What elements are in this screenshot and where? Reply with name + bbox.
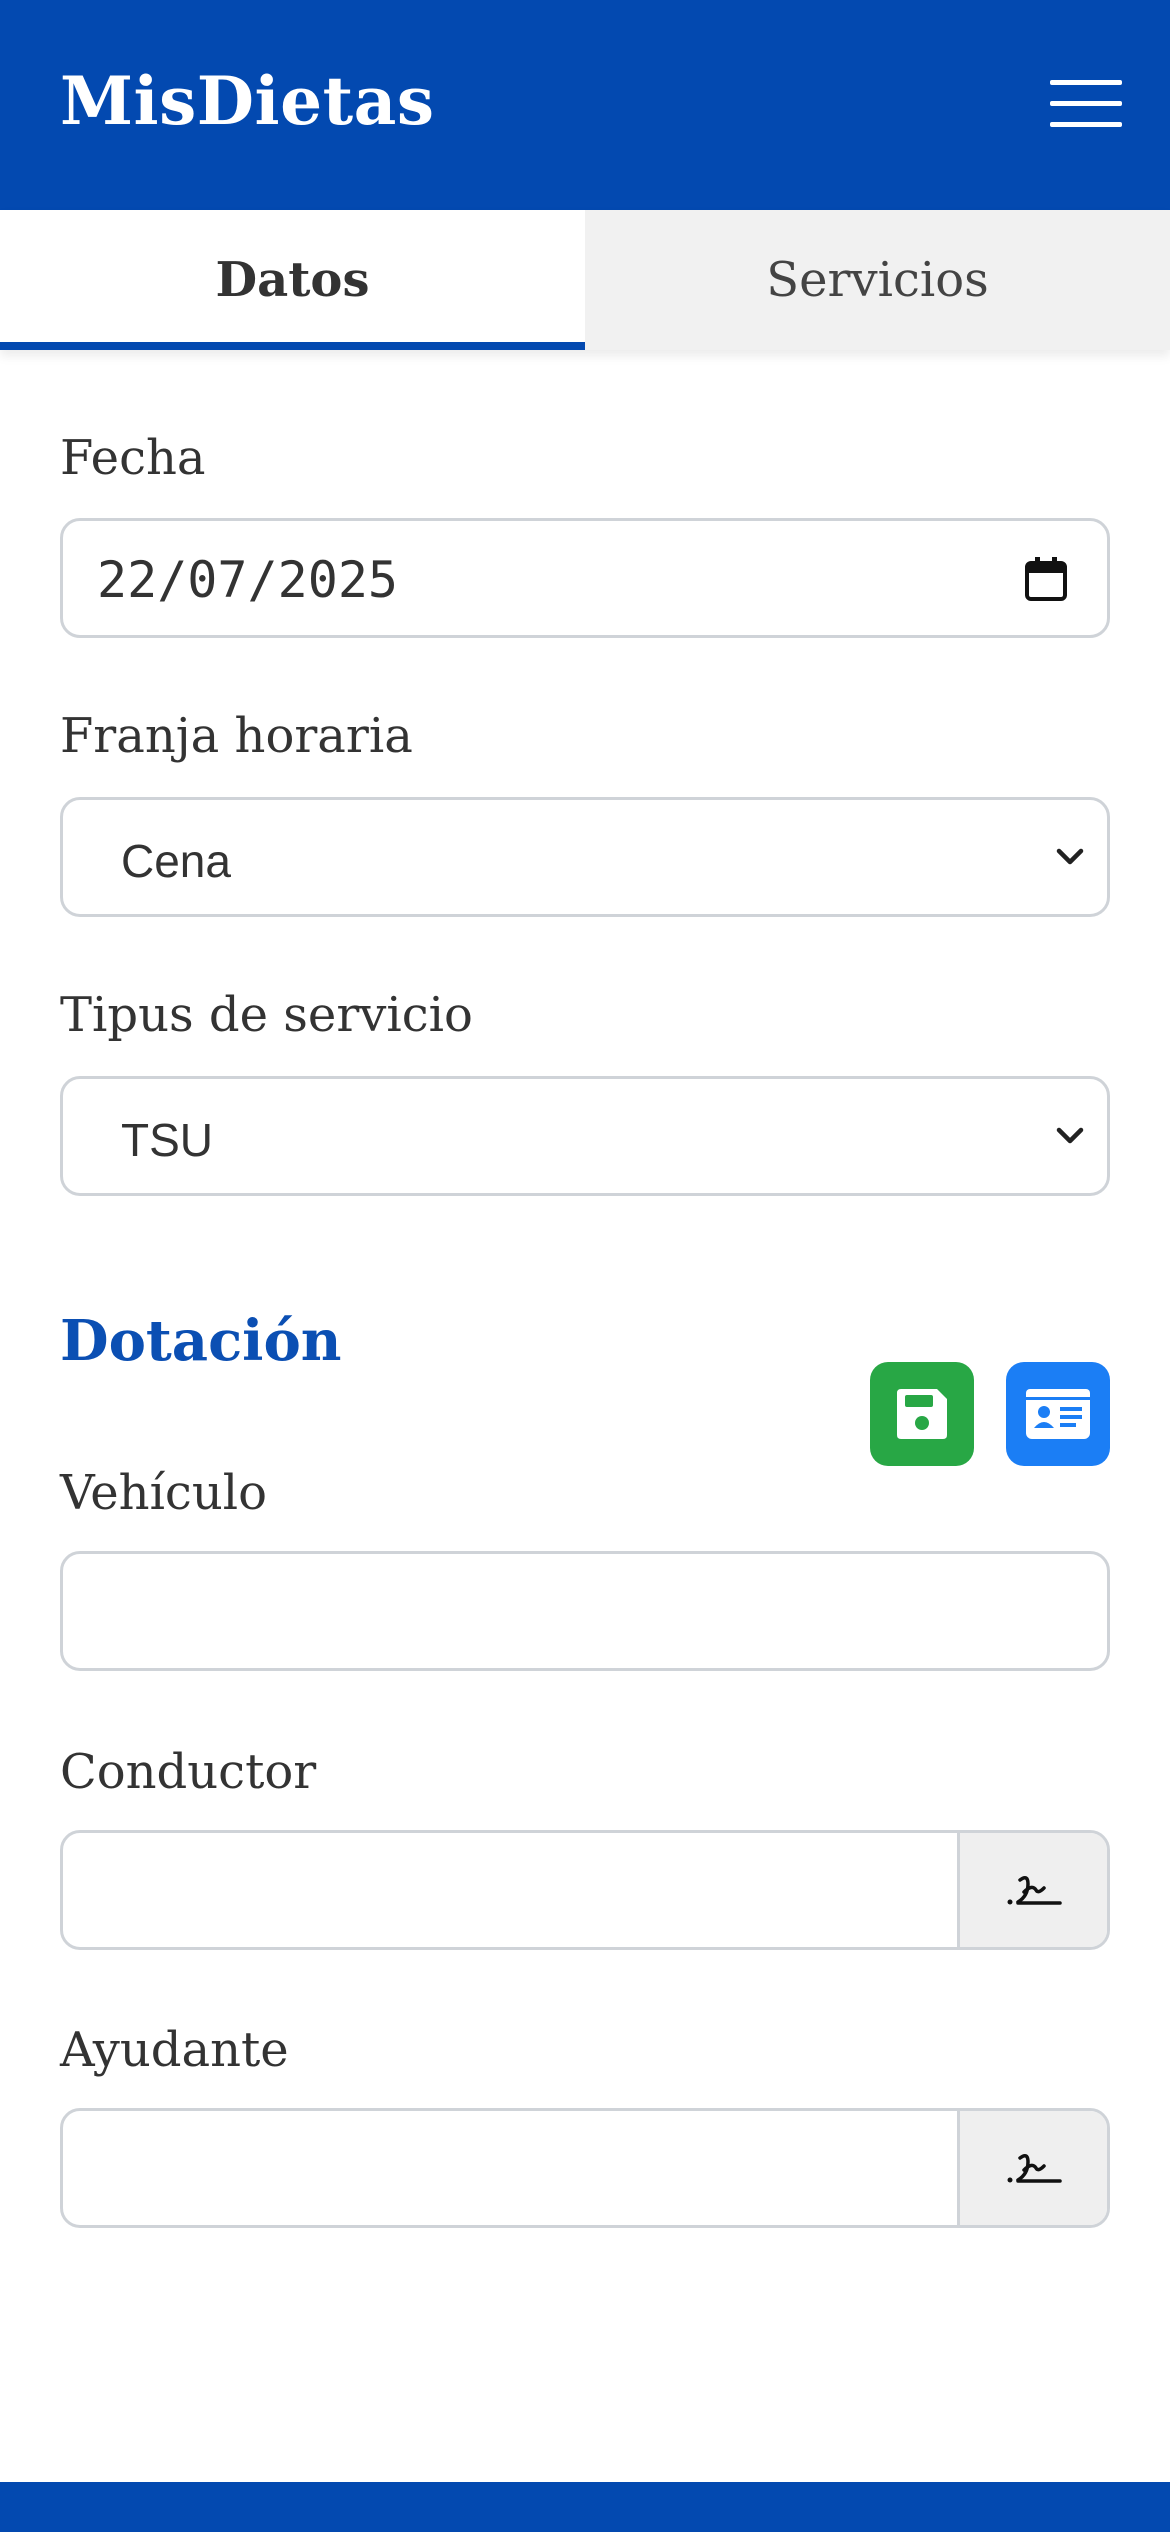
fecha-value: 22/07/2025 bbox=[97, 551, 399, 609]
signature-icon bbox=[1007, 1876, 1062, 1905]
conductor-signature-button[interactable] bbox=[957, 1833, 1107, 1947]
franja-value: Cena bbox=[121, 835, 231, 887]
ayudante-input[interactable] bbox=[60, 2108, 1110, 2228]
tab-datos[interactable]: Datos bbox=[0, 210, 585, 350]
franja-select[interactable]: Cena bbox=[60, 797, 1110, 917]
ayudante-signature-button[interactable] bbox=[957, 2111, 1107, 2225]
menu-icon[interactable] bbox=[1050, 80, 1122, 128]
tipus-value: TSU bbox=[121, 1114, 213, 1166]
id-card-icon bbox=[1026, 1389, 1090, 1439]
id-card-button[interactable] bbox=[1006, 1362, 1110, 1466]
chevron-down-icon bbox=[1056, 1127, 1084, 1144]
conductor-label: Conductor bbox=[60, 1744, 317, 1800]
dotacion-title: Dotación bbox=[60, 1308, 342, 1374]
calendar-icon[interactable] bbox=[1025, 557, 1067, 601]
tipus-select[interactable]: TSU bbox=[60, 1076, 1110, 1196]
tab-servicios[interactable]: Servicios bbox=[585, 210, 1170, 350]
tab-bar: Datos Servicios bbox=[0, 210, 1170, 350]
fecha-date-input[interactable]: 22/07/2025 bbox=[60, 518, 1110, 638]
ayudante-label: Ayudante bbox=[60, 2022, 289, 2078]
tipus-label: Tipus de servicio bbox=[60, 987, 473, 1043]
top-navbar: MisDietas bbox=[0, 0, 1170, 210]
vehiculo-label: Vehículo bbox=[60, 1465, 267, 1521]
bottom-bar bbox=[0, 2482, 1170, 2532]
floppy-disk-icon bbox=[897, 1389, 947, 1439]
fecha-label: Fecha bbox=[60, 430, 206, 486]
franja-label: Franja horaria bbox=[60, 708, 413, 764]
app-title[interactable]: MisDietas bbox=[60, 62, 435, 140]
chevron-down-icon bbox=[1056, 848, 1084, 865]
signature-icon bbox=[1007, 2154, 1062, 2183]
vehiculo-input[interactable] bbox=[60, 1551, 1110, 1671]
save-button[interactable] bbox=[870, 1362, 974, 1466]
conductor-input[interactable] bbox=[60, 1830, 1110, 1950]
